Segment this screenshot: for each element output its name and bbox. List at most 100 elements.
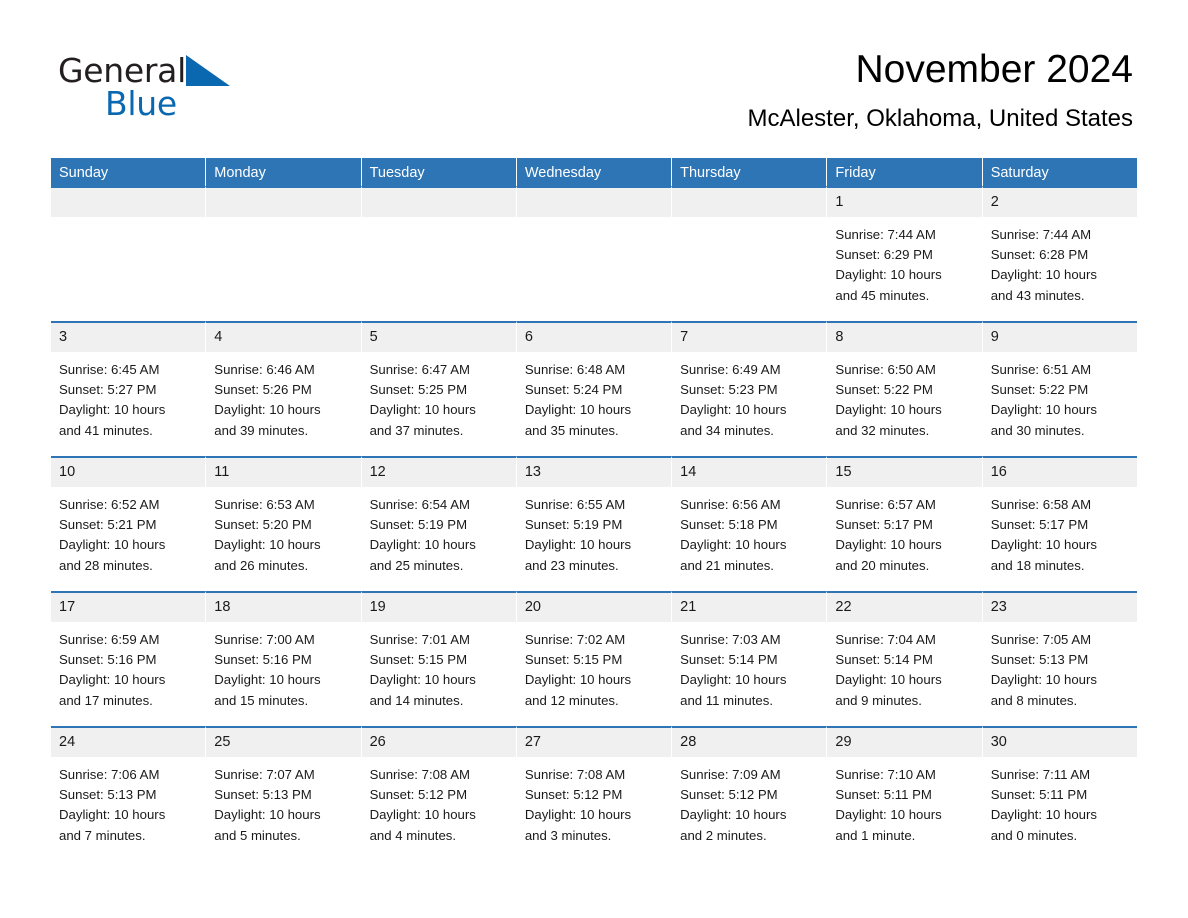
daylight-text-line2: and 34 minutes. <box>680 422 774 438</box>
page-title: November 2024 <box>855 48 1134 91</box>
sunrise-text: Sunrise: 7:02 AM <box>524 632 626 647</box>
daylight-text-line1: Daylight: 10 hours <box>680 672 787 688</box>
day-number: 14 <box>672 458 827 487</box>
daylight-text-line2: and 26 minutes. <box>214 557 309 573</box>
daylight-text-line1: Daylight: 10 hours <box>214 807 321 823</box>
day-cell[interactable]: 29 Sunrise: 7:10 AM Sunset: 5:11 PM Dayligh… <box>826 726 982 861</box>
day-cell[interactable]: 18 Sunrise: 7:00 AM Sunset: 5:16 PM Dayligh… <box>205 591 361 726</box>
day-cell[interactable]: 13 Sunrise: 6:55 AM Sunset: 5:19 PM Dayligh… <box>515 456 672 591</box>
sunrise-text: Sunrise: 7:05 AM <box>990 632 1092 647</box>
sunrise-text: Sunrise: 6:57 AM <box>835 497 936 512</box>
daylight-text-line1: Daylight: 10 hours <box>369 402 476 418</box>
day-number: 3 <box>51 323 206 352</box>
day-details: Sunrise: 6:46 AM Sunset: 5:26 PM Daylight:… <box>206 352 360 441</box>
daylight-text-line2: and 17 minutes. <box>59 692 153 708</box>
weekday-header-row: Sunday Monday Tuesday Wednesday Thursday… <box>51 158 1137 186</box>
daylight-text-line1: Daylight: 10 hours <box>524 537 632 553</box>
sunset-text: Sunset: 5:17 PM <box>835 517 933 533</box>
day-cell[interactable]: 9 Sunrise: 6:51 AM Sunset: 5:22 PM Daylight… <box>981 321 1137 456</box>
day-cell[interactable]: 21 Sunrise: 7:03 AM Sunset: 5:14 PM Dayligh… <box>671 591 827 726</box>
sunrise-text: Sunrise: 6:55 AM <box>524 497 626 512</box>
daylight-text-line2: and 7 minutes. <box>59 827 146 843</box>
day-cell[interactable]: 16 Sunrise: 6:58 AM Sunset: 5:17 PM Dayligh… <box>981 456 1137 591</box>
day-cell[interactable]: 12 Sunrise: 6:54 AM Sunset: 5:19 PM Dayligh… <box>360 456 516 591</box>
sunset-text: Sunset: 5:21 PM <box>59 517 157 533</box>
sunset-text: Sunset: 6:29 PM <box>835 247 933 263</box>
sunset-text: Sunset: 5:19 PM <box>524 517 623 533</box>
day-cell[interactable]: 11 Sunrise: 6:53 AM Sunset: 5:20 PM Dayligh… <box>205 456 361 591</box>
day-cell[interactable]: 7 Sunrise: 6:49 AM Sunset: 5:23 PM Daylight… <box>671 321 827 456</box>
daylight-text-line1: Daylight: 10 hours <box>835 807 942 823</box>
daylight-text-line1: Daylight: 10 hours <box>59 807 166 823</box>
day-number <box>672 188 827 217</box>
daylight-text-line2: and 18 minutes. <box>990 557 1085 573</box>
day-number: 25 <box>206 728 361 757</box>
daylight-text-line1: Daylight: 10 hours <box>369 807 476 823</box>
day-cell[interactable]: 4 Sunrise: 6:46 AM Sunset: 5:26 PM Daylight… <box>205 321 361 456</box>
day-cell[interactable]: 20 Sunrise: 7:02 AM Sunset: 5:15 PM Dayligh… <box>515 591 672 726</box>
day-details: Sunrise: 7:02 AM Sunset: 5:15 PM Daylight:… <box>517 622 671 711</box>
day-number: 21 <box>672 593 827 622</box>
weekday-header-friday: Friday <box>826 158 982 186</box>
daylight-text-line1: Daylight: 10 hours <box>524 807 632 823</box>
day-details: Sunrise: 7:06 AM Sunset: 5:13 PM Daylight:… <box>51 757 205 846</box>
daylight-text-line2: and 32 minutes. <box>835 422 930 438</box>
week-row: 3 Sunrise: 6:45 AM Sunset: 5:27 PM Daylight… <box>51 321 1137 456</box>
day-cell[interactable]: 6 Sunrise: 6:48 AM Sunset: 5:24 PM Daylight… <box>515 321 672 456</box>
day-number: 17 <box>51 593 206 622</box>
daylight-text-line2: and 15 minutes. <box>214 692 309 708</box>
day-cell[interactable]: 24 Sunrise: 7:06 AM Sunset: 5:13 PM Dayligh… <box>51 726 206 861</box>
day-cell[interactable]: 2 Sunrise: 7:44 AM Sunset: 6:28 PM Daylight… <box>981 186 1137 321</box>
day-number: 29 <box>827 728 982 757</box>
logo-blue-text: Blue <box>105 84 177 123</box>
sunset-text: Sunset: 5:22 PM <box>990 382 1089 398</box>
day-cell[interactable]: 25 Sunrise: 7:07 AM Sunset: 5:13 PM Dayligh… <box>205 726 361 861</box>
calendar-weeks: 1 Sunrise: 7:44 AM Sunset: 6:29 PM Daylight… <box>51 186 1137 861</box>
daylight-text-line2: and 8 minutes. <box>990 692 1078 708</box>
day-cell[interactable]: 14 Sunrise: 6:56 AM Sunset: 5:18 PM Dayligh… <box>671 456 827 591</box>
daylight-text-line1: Daylight: 10 hours <box>524 402 632 418</box>
sunrise-text: Sunrise: 6:49 AM <box>680 362 781 377</box>
day-cell[interactable]: 30 Sunrise: 7:11 AM Sunset: 5:11 PM Dayligh… <box>981 726 1137 861</box>
day-details: Sunrise: 6:57 AM Sunset: 5:17 PM Daylight:… <box>827 487 981 576</box>
day-cell[interactable]: 8 Sunrise: 6:50 AM Sunset: 5:22 PM Daylight… <box>826 321 982 456</box>
daylight-text-line1: Daylight: 10 hours <box>214 672 321 688</box>
day-cell[interactable]: 23 Sunrise: 7:05 AM Sunset: 5:13 PM Dayligh… <box>981 591 1137 726</box>
daylight-text-line1: Daylight: 10 hours <box>835 267 942 283</box>
day-details: Sunrise: 7:07 AM Sunset: 5:13 PM Daylight:… <box>206 757 360 846</box>
day-details: Sunrise: 7:09 AM Sunset: 5:12 PM Daylight:… <box>672 757 826 846</box>
day-cell[interactable]: 3 Sunrise: 6:45 AM Sunset: 5:27 PM Daylight… <box>51 321 206 456</box>
day-cell[interactable]: 26 Sunrise: 7:08 AM Sunset: 5:12 PM Dayligh… <box>360 726 516 861</box>
day-cell[interactable]: 1 Sunrise: 7:44 AM Sunset: 6:29 PM Daylight… <box>826 186 982 321</box>
day-cell[interactable]: 10 Sunrise: 6:52 AM Sunset: 5:21 PM Dayligh… <box>51 456 206 591</box>
sunset-text: Sunset: 5:17 PM <box>990 517 1089 533</box>
day-details: Sunrise: 7:00 AM Sunset: 5:16 PM Daylight:… <box>206 622 360 711</box>
daylight-text-line2: and 14 minutes. <box>369 692 464 708</box>
day-cell[interactable]: 19 Sunrise: 7:01 AM Sunset: 5:15 PM Dayligh… <box>360 591 516 726</box>
day-cell[interactable]: 28 Sunrise: 7:09 AM Sunset: 5:12 PM Dayligh… <box>671 726 827 861</box>
daylight-text-line1: Daylight: 10 hours <box>214 402 321 418</box>
day-cell[interactable]: 17 Sunrise: 6:59 AM Sunset: 5:16 PM Dayligh… <box>51 591 206 726</box>
calendar-page: General Blue November 2024 McAlester, Ok… <box>0 0 1188 918</box>
sunset-text: Sunset: 5:23 PM <box>680 382 778 398</box>
day-number: 20 <box>516 593 672 622</box>
sunrise-text: Sunrise: 7:00 AM <box>214 632 315 647</box>
daylight-text-line1: Daylight: 10 hours <box>369 537 476 553</box>
day-cell[interactable]: 27 Sunrise: 7:08 AM Sunset: 5:12 PM Dayligh… <box>515 726 672 861</box>
day-cell-empty <box>205 186 361 321</box>
day-cell[interactable]: 22 Sunrise: 7:04 AM Sunset: 5:14 PM Dayligh… <box>826 591 982 726</box>
sunrise-text: Sunrise: 7:44 AM <box>835 227 936 242</box>
sunrise-text: Sunrise: 7:07 AM <box>214 767 315 782</box>
sunset-text: Sunset: 5:22 PM <box>835 382 933 398</box>
day-number: 28 <box>672 728 827 757</box>
day-cell[interactable]: 5 Sunrise: 6:47 AM Sunset: 5:25 PM Daylight… <box>360 321 516 456</box>
sunrise-text: Sunrise: 7:04 AM <box>835 632 936 647</box>
day-cell[interactable]: 15 Sunrise: 6:57 AM Sunset: 5:17 PM Dayligh… <box>826 456 982 591</box>
sunset-text: Sunset: 5:26 PM <box>214 382 312 398</box>
day-details: Sunrise: 6:53 AM Sunset: 5:20 PM Daylight:… <box>206 487 360 576</box>
general-blue-logo[interactable]: General Blue <box>58 52 318 128</box>
daylight-text-line2: and 12 minutes. <box>524 692 619 708</box>
week-row: 1 Sunrise: 7:44 AM Sunset: 6:29 PM Daylight… <box>51 186 1137 321</box>
weekday-header-thursday: Thursday <box>671 158 827 186</box>
daylight-text-line1: Daylight: 10 hours <box>990 672 1097 688</box>
